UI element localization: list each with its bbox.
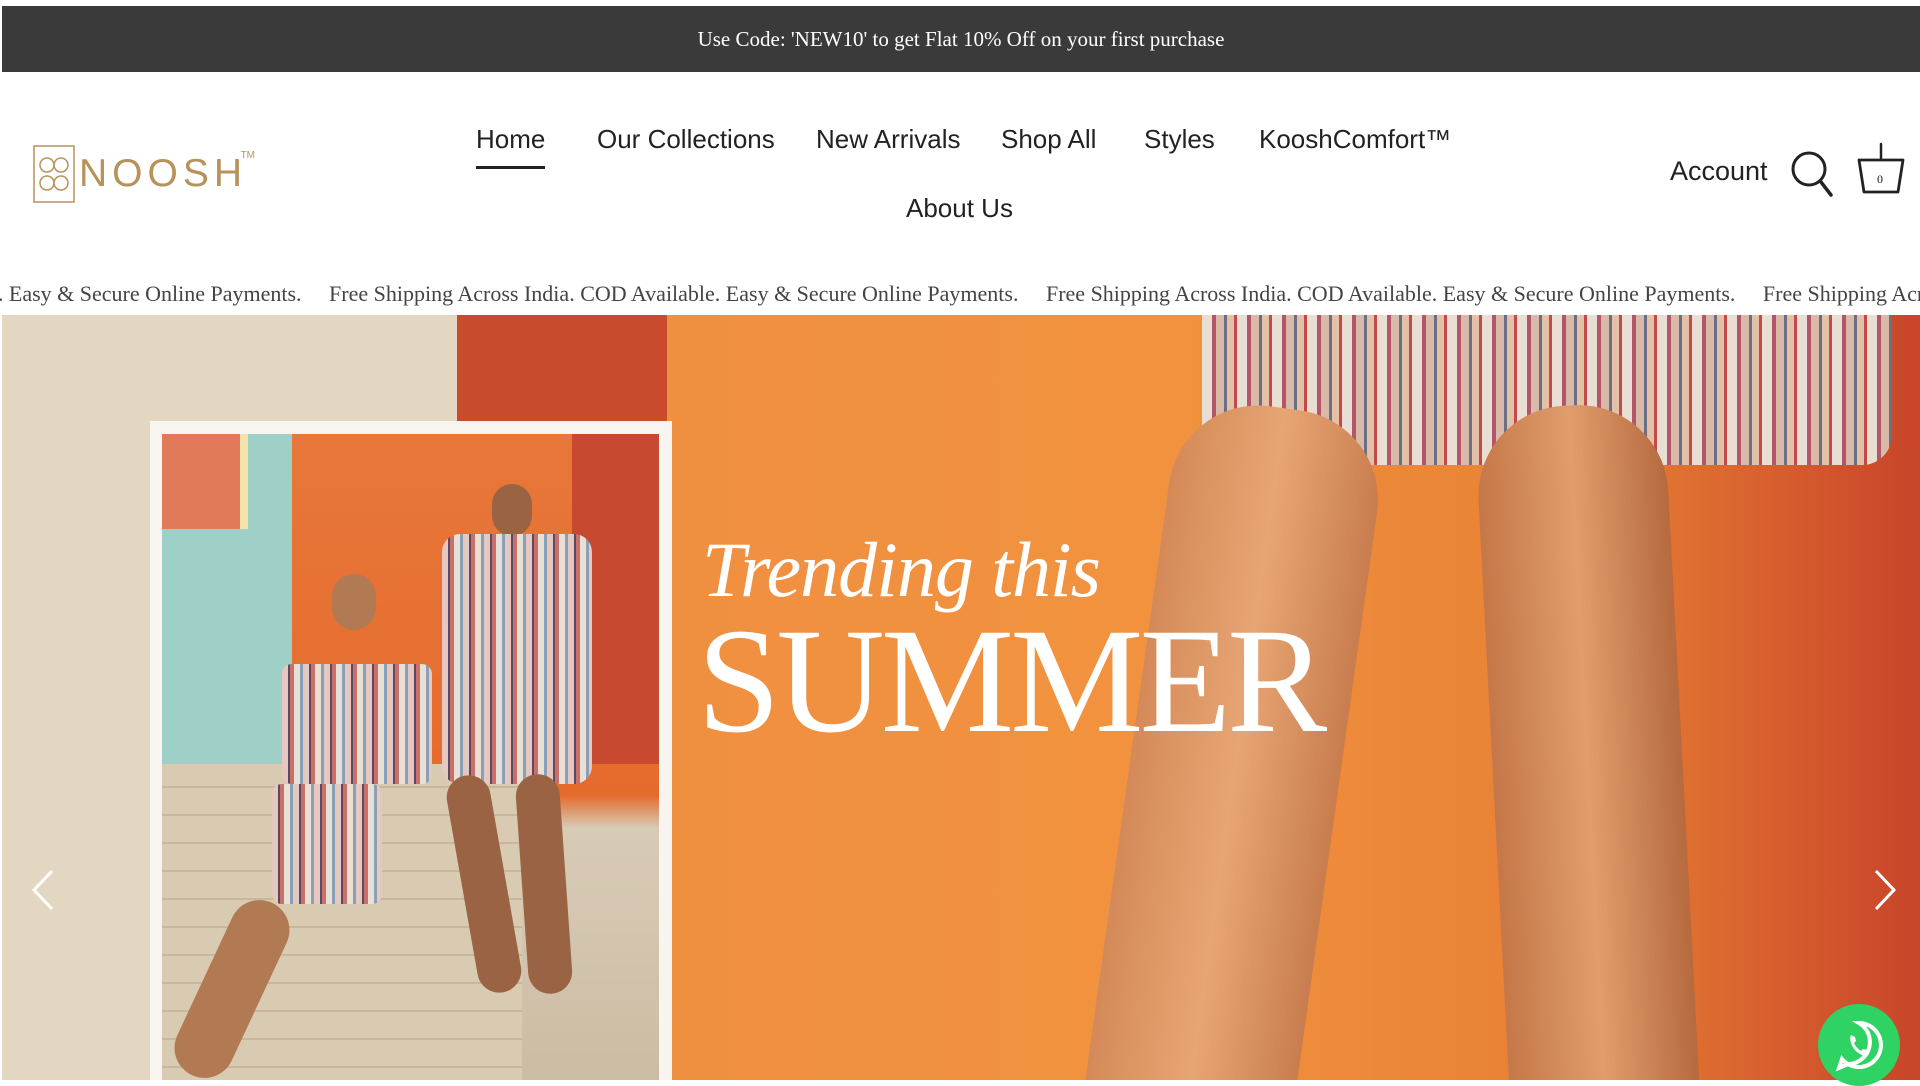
nav-kooshcomfort[interactable]: KooshComfort™ <box>1259 124 1451 155</box>
chevron-right-icon[interactable] <box>1864 865 1904 915</box>
chevron-left-icon[interactable] <box>24 865 64 915</box>
nav-new-arrivals[interactable]: New Arrivals <box>816 124 960 155</box>
hero-headline-main: SUMMER <box>697 598 1327 764</box>
marquee-item: Free Shipping Across India. COD <box>1762 281 1920 306</box>
announcement-text: Use Code: 'NEW10' to get Flat 10% Off on… <box>697 26 1225 51</box>
nav-styles[interactable]: Styles <box>1144 124 1215 155</box>
model-leg-image <box>1473 400 1701 1080</box>
site-header: NOOSH TM Home Our Collections New Arriva… <box>0 72 1920 262</box>
hero-slider: Trending this SUMMER <box>2 315 1920 1080</box>
model-face <box>492 484 532 536</box>
models-photo <box>162 434 659 1080</box>
nav-home[interactable]: Home <box>476 124 546 169</box>
hero-red-panel <box>457 315 667 425</box>
marquee-item: Free Shipping Across India. COD Availabl… <box>329 281 1019 306</box>
model-shorts <box>272 784 382 904</box>
shipping-marquee: le. Easy & Secure Online Payments. Free … <box>0 275 1920 315</box>
cart-count: 0 <box>1877 172 1883 186</box>
nav-about-us[interactable]: About Us <box>906 193 1013 224</box>
whatsapp-icon <box>1835 1020 1883 1072</box>
model-face <box>332 574 376 630</box>
marquee-item: le. Easy & Secure Online Payments. <box>0 281 302 306</box>
whatsapp-chat-button[interactable] <box>1818 1004 1900 1086</box>
model-dress <box>442 534 592 784</box>
nav-our-collections[interactable]: Our Collections <box>597 124 775 155</box>
hero-inset-photo <box>150 421 672 1080</box>
main-nav: Home Our Collections New Arrivals Shop A… <box>0 72 1920 262</box>
search-icon[interactable] <box>1790 148 1834 198</box>
model-leg <box>514 772 574 996</box>
cart-button[interactable]: 0 <box>1856 142 1906 196</box>
announcement-bar: Use Code: 'NEW10' to get Flat 10% Off on… <box>2 6 1920 72</box>
marquee-track: le. Easy & Secure Online Payments. Free … <box>0 281 1920 307</box>
account-link[interactable]: Account <box>1670 156 1768 187</box>
nav-shop-all[interactable]: Shop All <box>1001 124 1096 155</box>
photo-window <box>162 434 248 529</box>
marquee-item: Free Shipping Across India. COD Availabl… <box>1045 281 1736 306</box>
cart-icon <box>1857 142 1905 194</box>
model-top <box>282 664 432 784</box>
